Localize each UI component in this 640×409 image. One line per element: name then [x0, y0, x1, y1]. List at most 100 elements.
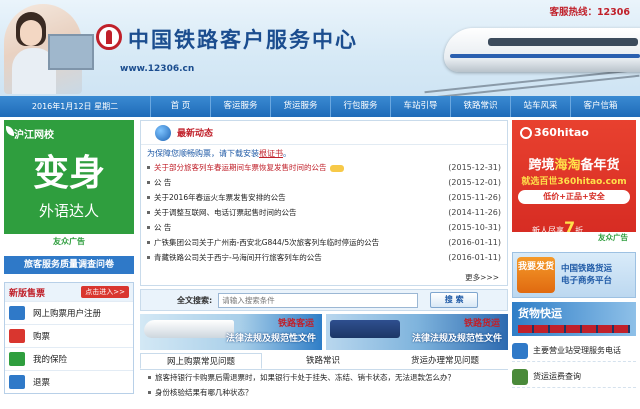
news-item[interactable]: 广铁集团公司关于广州南-西安北G844/5次旅客列车临时停运的公告 (2016-… [141, 235, 507, 250]
middle-column: 最新动态 为保障您顺畅购票，请下载安装根证书。 关于部分旅客列车春运期间车票恢复… [140, 120, 508, 400]
hotline: 客服热线：12306 [549, 7, 630, 18]
train-image [144, 320, 234, 338]
news-header: 最新动态 [141, 121, 507, 145]
nav-passenger-service[interactable]: 客运服务 [210, 96, 270, 117]
ecommerce-title-2: 电子商务平台 [561, 276, 613, 286]
ticket-panel-header: 新版售票 点击进入>> [5, 283, 133, 301]
freight-ecommerce-banner[interactable]: 我要发货 中国铁路货运 电子商务平台 [512, 252, 636, 298]
ad-brand: 沪江网校 [14, 130, 54, 141]
news-item[interactable]: 公 告 (2015-12-01) [141, 175, 507, 190]
freight-fee-link[interactable]: 货运运费查询 [512, 366, 636, 388]
calculator-icon [512, 368, 528, 385]
cert-notice-end: 。 [283, 149, 291, 158]
news-item-text: 公 告 [154, 178, 172, 187]
hitao-ad[interactable]: 360hitao 跨境海淘备年货 就选百世360hitao.com 低价+正品+… [512, 120, 636, 244]
shield-icon [9, 352, 25, 366]
express-cargo-banner[interactable]: 货物快运 [512, 302, 636, 336]
tab-online-ticket-faq[interactable]: 网上购票常见问题 [140, 353, 262, 369]
faq-item[interactable]: 身份核验结果有哪几种状态？ [140, 385, 508, 400]
news-item-date: (2015-12-31) [448, 163, 501, 172]
nav-freight-service[interactable]: 货运服务 [270, 96, 330, 117]
news-item-text: 广铁集团公司关于广州南-西安北G844/5次旅客列车临时停运的公告 [154, 238, 380, 247]
survey-link[interactable]: 旅客服务质量调查问卷 [4, 256, 134, 274]
freight-regulation-banner[interactable]: 铁路货运 法律法规及规范性文件 [326, 314, 508, 350]
freight-train-image [518, 325, 630, 333]
bullet-icon [147, 256, 150, 259]
service-agent-image [4, 4, 94, 94]
site-header: 中国铁路客户服务中心 www.12306.cn 客服热线：12306 [0, 0, 640, 96]
ad-headline: 跨境海淘备年货 [512, 154, 636, 173]
bullet-icon [147, 166, 150, 169]
news-title: 最新动态 [177, 129, 214, 139]
ad-footer: 友众广告 [512, 232, 636, 244]
ad-footer: 友众广告 [4, 234, 134, 250]
search-button[interactable]: 搜 索 [430, 292, 479, 308]
ticket-item-refund[interactable]: 退票 [5, 370, 133, 393]
news-item-title: 关于部分旅客列车春运期间车票恢复发售时间的公告 [154, 163, 327, 172]
ecommerce-title: 中国铁路货运 电子商务平台 [561, 263, 612, 287]
ticket-item-buy[interactable]: 购票 [5, 324, 133, 347]
ad-tagline: 低价+正品+安全 [518, 190, 630, 204]
ad-subline: 外语达人 [38, 202, 99, 220]
ad-headline-a: 跨境 [528, 158, 555, 173]
tab-freight-faq[interactable]: 货运办理常见问题 [384, 353, 506, 369]
ticket-item-label: 退票 [33, 378, 51, 388]
news-more-link[interactable]: 更多>>> [465, 272, 499, 283]
phone-icon [512, 342, 528, 359]
train-image [330, 320, 400, 338]
main-nav: 2016年1月12日 星期二 首 页 客运服务 货运服务 行包服务 车站引导 铁… [0, 96, 640, 117]
station-phone-link[interactable]: 主要营业站受理服务电话 [512, 340, 636, 362]
ad-subline: 就选百世360hitao.com [521, 177, 627, 187]
ship-now-button[interactable]: 我要发货 [517, 257, 555, 293]
bullet-icon [147, 241, 150, 244]
news-item[interactable]: 青藏铁路公司关于西宁-马海间开行旅客列车的公告 (2016-01-11) [141, 250, 507, 265]
station-phone-label: 主要营业站受理服务电话 [533, 346, 621, 355]
news-item-text: 关于调整互联网、电话订票起售时间的公告 [154, 208, 297, 217]
ticket-item-label: 我的保险 [33, 355, 68, 365]
new-badge-icon [329, 164, 344, 172]
root-cert-link[interactable]: 根证书 [259, 149, 283, 158]
cert-notice-text: 为保障您顺畅购票，请下载安装 [147, 149, 259, 158]
tab-railway-knowledge[interactable]: 铁路常识 [262, 353, 384, 369]
nav-station-style[interactable]: 站车风采 [510, 96, 570, 117]
nav-customer-mailbox[interactable]: 客户信箱 [570, 96, 630, 117]
ad-headline: 变身 [32, 152, 105, 194]
nav-home[interactable]: 首 页 [150, 96, 210, 117]
news-item[interactable]: 公 告 (2015-10-31) [141, 220, 507, 235]
news-item-date: (2015-11-26) [448, 193, 501, 202]
refund-icon [9, 375, 25, 389]
globe-icon [155, 124, 171, 141]
news-item-text: 公 告 [154, 223, 172, 232]
ticket-item-insurance[interactable]: 我的保险 [5, 347, 133, 370]
news-item-date: (2014-11-26) [448, 208, 501, 217]
nav-railway-knowledge[interactable]: 铁路常识 [450, 96, 510, 117]
hitao-logo-text: 360hitao [534, 126, 589, 139]
left-column: 沪江网校 变身 外语达人 友众广告 旅客服务质量调查问卷 新版售票 点击进入>>… [4, 120, 136, 394]
news-panel: 最新动态 为保障您顺畅购票，请下载安装根证书。 关于部分旅客列车春运期间车票恢复… [140, 120, 508, 286]
bullet-icon [147, 181, 150, 184]
nav-station-guide[interactable]: 车站引导 [390, 96, 450, 117]
leaf-icon [6, 126, 14, 136]
news-item[interactable]: 关于2016年春运火车票发售安排的公告 (2015-11-26) [141, 190, 507, 205]
banner-title: 铁路货运 [463, 319, 500, 329]
news-item-date: (2015-10-31) [448, 223, 501, 232]
faq-tabs: 网上购票常见问题 铁路常识 货运办理常见问题 [140, 353, 508, 370]
search-input[interactable] [218, 292, 419, 308]
search-bar: 全文搜索: 搜 索 [140, 289, 508, 311]
site-title[interactable]: 中国铁路客户服务中心 [128, 24, 358, 54]
nav-luggage-service[interactable]: 行包服务 [330, 96, 390, 117]
ticket-enter-button[interactable]: 点击进入>> [81, 286, 129, 298]
news-item-text: 关于部分旅客列车春运期间车票恢复发售时间的公告 [154, 162, 444, 173]
faq-item[interactable]: 旅客持银行卡购票后需退票时，如果银行卡处于挂失、冻结、销卡状态，无法退款怎么办？ [140, 370, 508, 385]
bullet-train-image [424, 18, 640, 96]
passenger-regulation-banner[interactable]: 铁路客运 法律法规及规范性文件 [140, 314, 322, 350]
banner-subtitle: 法律法规及规范性文件 [411, 334, 502, 344]
banner-title: 铁路客运 [277, 319, 314, 329]
hujiang-ad[interactable]: 沪江网校 变身 外语达人 友众广告 [4, 120, 134, 250]
news-item[interactable]: 关于部分旅客列车春运期间车票恢复发售时间的公告 (2015-12-31) [141, 160, 507, 175]
railway-logo-icon[interactable] [96, 24, 122, 50]
cert-notice: 为保障您顺畅购票，请下载安装根证书。 [141, 145, 507, 160]
banner-subtitle: 法律法规及规范性文件 [225, 334, 316, 344]
ticket-item-register[interactable]: 网上购票用户注册 [5, 301, 133, 324]
news-item[interactable]: 关于调整互联网、电话订票起售时间的公告 (2014-11-26) [141, 205, 507, 220]
